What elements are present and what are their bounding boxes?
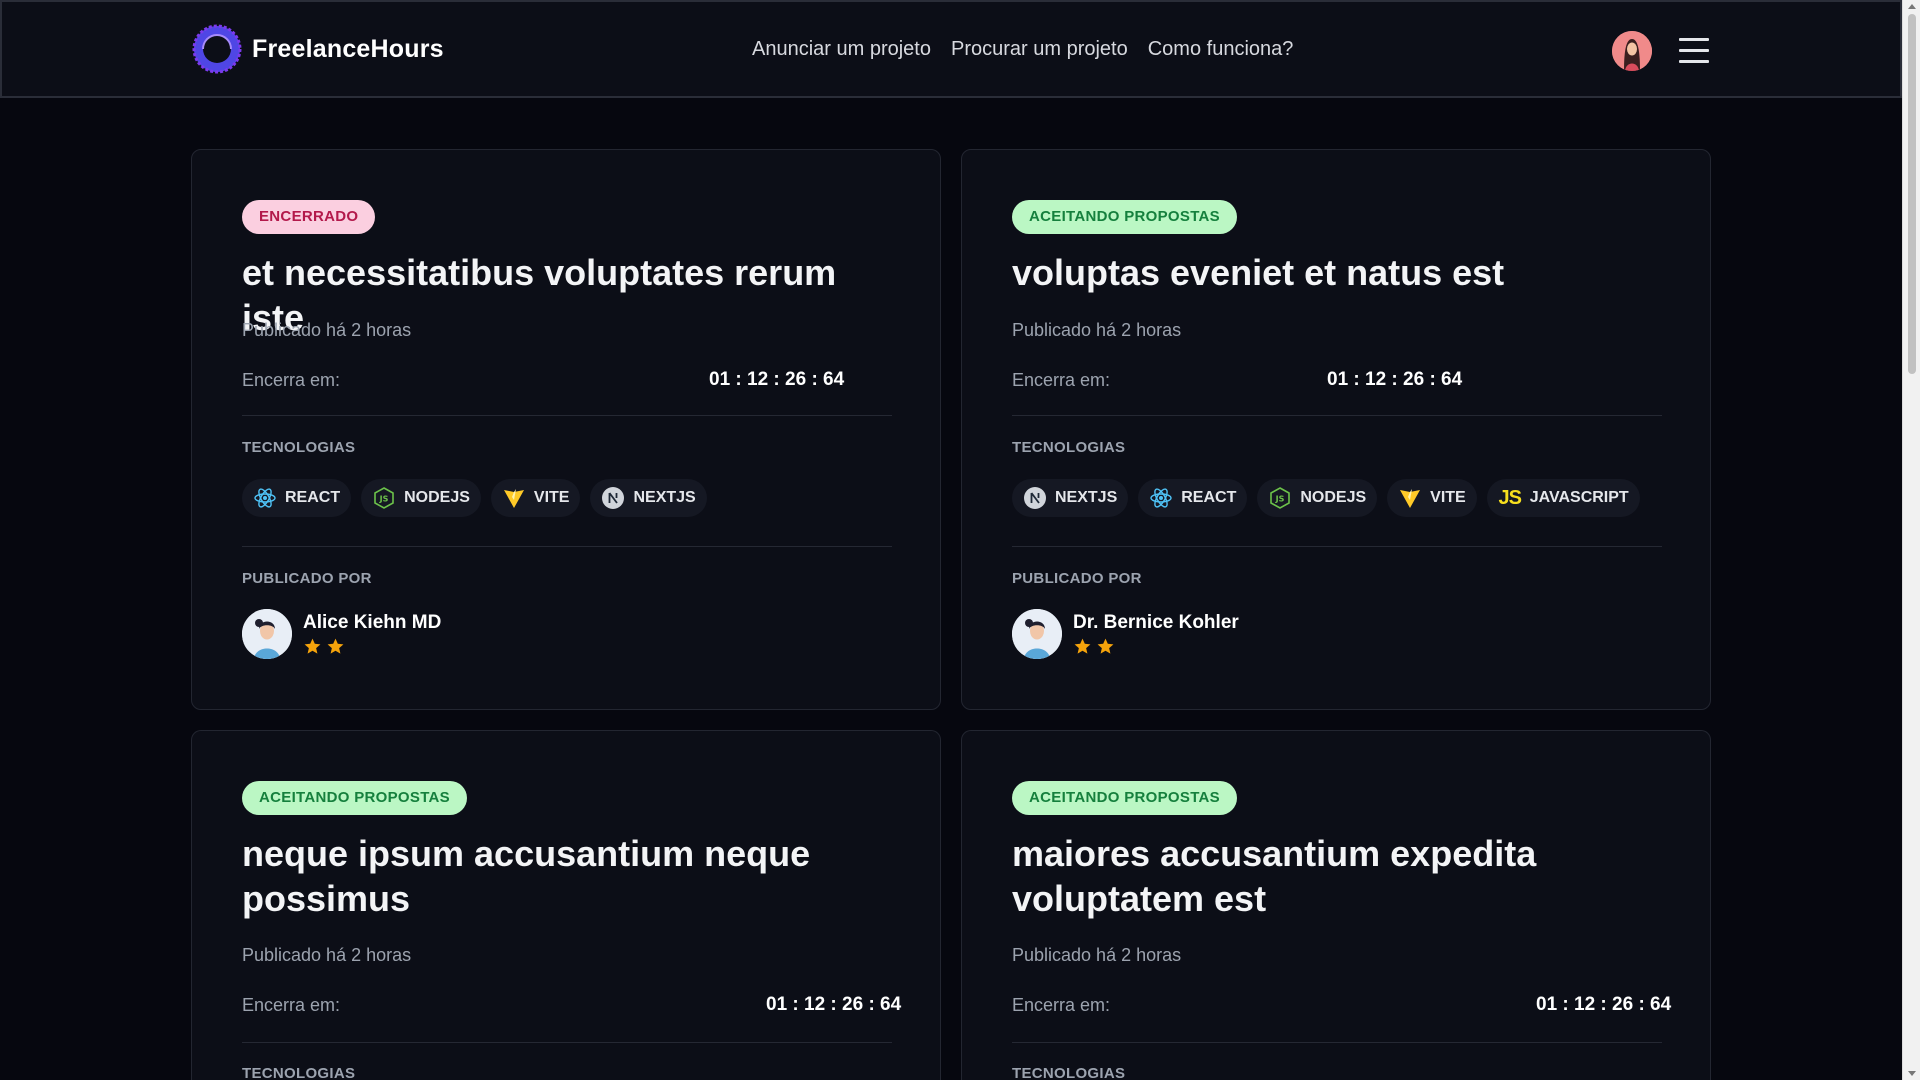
- countdown: 01 : 12 : 26 : 64: [766, 994, 902, 1015]
- published-by-label: PUBLICADO POR: [242, 570, 372, 587]
- divider: [242, 415, 892, 416]
- ends-label: Encerra em:: [242, 370, 341, 390]
- status-badge: ACEITANDO PROPOSTAS: [242, 781, 467, 815]
- scroll-up-arrow-icon[interactable]: [1908, 4, 1916, 9]
- star-icon: [327, 638, 344, 654]
- logo-icon: [192, 24, 242, 74]
- javascript-icon: JS: [1498, 486, 1521, 509]
- person-icon: [1012, 609, 1062, 659]
- scroll-thumb[interactable]: [1908, 14, 1916, 374]
- tech-tag-react: REACT: [1138, 479, 1248, 517]
- tech-label: NEXTJS: [633, 489, 696, 506]
- author-name: Dr. Bernice Kohler: [1073, 612, 1239, 633]
- svg-text:JS: JS: [379, 495, 389, 504]
- scroll-down-arrow-icon[interactable]: [1908, 1071, 1916, 1076]
- vite-icon: [1398, 486, 1422, 510]
- user-avatar[interactable]: [1612, 31, 1652, 71]
- star-icon: [1074, 638, 1091, 654]
- rating-stars: [303, 637, 441, 656]
- star-icon: [304, 638, 321, 654]
- author-avatar: [1012, 609, 1062, 659]
- ends-label: Encerra em:: [242, 995, 341, 1015]
- tech-label: REACT: [1181, 489, 1237, 506]
- page-scrollbar[interactable]: [1902, 0, 1920, 1080]
- tech-tag-vite: VITE: [1387, 479, 1477, 517]
- published-time: Publicado há 2 horas: [1012, 320, 1182, 340]
- top-navbar: FreelanceHours Anunciar um projeto Procu…: [0, 0, 1902, 98]
- hamburger-menu-icon[interactable]: [1679, 38, 1709, 64]
- user-photo-icon: [1612, 31, 1652, 71]
- nav-link-post-project[interactable]: Anunciar um projeto: [752, 38, 931, 61]
- divider: [242, 546, 892, 547]
- status-badge: ENCERRADO: [242, 200, 376, 234]
- tech-label: VITE: [533, 489, 570, 506]
- project-title: neque ipsum accusantium neque possimus: [242, 833, 811, 919]
- countdown: 01 : 12 : 26 : 64: [1327, 369, 1463, 390]
- published-time: Publicado há 2 horas: [242, 945, 412, 965]
- ends-label: Encerra em:: [1012, 995, 1111, 1015]
- nav-link-find-project[interactable]: Procurar um projeto: [951, 38, 1128, 61]
- project-card[interactable]: ACEITANDO PROPOSTAS neque ipsum accusant…: [191, 730, 941, 1080]
- main-nav: Anunciar um projeto Procurar um projeto …: [752, 38, 1293, 61]
- divider: [242, 1042, 892, 1043]
- vite-icon: [502, 486, 526, 510]
- tech-label: NODEJS: [404, 489, 470, 506]
- divider: [1012, 1042, 1662, 1043]
- project-title: maiores accusantium expedita voluptatem …: [1012, 833, 1537, 919]
- tech-label: NEXTJS: [1055, 489, 1118, 506]
- author-name: Alice Kiehn MD: [303, 612, 442, 633]
- tech-list: REACT JS NODEJS VITE NEXTJS: [242, 479, 707, 517]
- nodejs-icon: JS: [1268, 486, 1292, 510]
- author[interactable]: Dr. Bernice Kohler: [1012, 609, 1239, 659]
- brand-name: FreelanceHours: [252, 34, 444, 63]
- nodejs-icon: JS: [372, 486, 396, 510]
- project-card[interactable]: ACEITANDO PROPOSTAS maiores accusantium …: [961, 730, 1711, 1080]
- nextjs-icon: [601, 486, 625, 510]
- tech-tag-nodejs: JS NODEJS: [1257, 479, 1378, 517]
- person-icon: [242, 609, 292, 659]
- published-time: Publicado há 2 horas: [242, 320, 412, 340]
- rating-stars: [1073, 637, 1239, 656]
- project-card[interactable]: ENCERRADO et necessitatibus voluptates r…: [191, 149, 941, 710]
- tech-tag-javascript: JS JAVASCRIPT: [1486, 479, 1640, 517]
- brand[interactable]: FreelanceHours: [192, 24, 444, 74]
- tech-label: REACT: [285, 489, 341, 506]
- nextjs-icon: [1023, 486, 1047, 510]
- divider: [1012, 546, 1662, 547]
- tech-list: NEXTJS REACT JS NODEJS VITE JS JAVASCRIP…: [1012, 479, 1640, 517]
- tech-tag-vite: VITE: [490, 479, 581, 517]
- tech-label: NODEJS: [1300, 489, 1367, 506]
- svg-text:JS: JS: [1275, 495, 1285, 504]
- technologies-label: TECNOLOGIAS: [242, 439, 356, 456]
- react-icon: [1149, 486, 1173, 510]
- divider: [1012, 415, 1662, 416]
- countdown: 01 : 12 : 26 : 64: [709, 369, 845, 390]
- ends-label: Encerra em:: [1012, 370, 1111, 390]
- star-icon: [1097, 638, 1114, 654]
- status-badge: ACEITANDO PROPOSTAS: [1012, 200, 1237, 234]
- tech-tag-react: REACT: [242, 479, 352, 517]
- tech-label: VITE: [1430, 489, 1466, 506]
- published-by-label: PUBLICADO POR: [1012, 570, 1142, 587]
- technologies-label: TECNOLOGIAS: [1012, 439, 1126, 456]
- technologies-label: TECNOLOGIAS: [242, 1065, 356, 1080]
- published-time: Publicado há 2 horas: [1012, 945, 1182, 965]
- tech-tag-nextjs: NEXTJS: [590, 479, 707, 517]
- tech-label: JAVASCRIPT: [1529, 489, 1629, 506]
- project-card[interactable]: ACEITANDO PROPOSTAS voluptas eveniet et …: [961, 149, 1711, 710]
- countdown: 01 : 12 : 26 : 64: [1536, 994, 1672, 1015]
- tech-tag-nodejs: JS NODEJS: [361, 479, 481, 517]
- react-icon: [253, 486, 277, 510]
- nav-link-how-it-works[interactable]: Como funciona?: [1148, 38, 1294, 61]
- status-badge: ACEITANDO PROPOSTAS: [1012, 781, 1237, 815]
- project-title: voluptas eveniet et natus est: [1012, 252, 1505, 293]
- author-avatar: [242, 609, 292, 659]
- technologies-label: TECNOLOGIAS: [1012, 1065, 1126, 1080]
- tech-tag-nextjs: NEXTJS: [1012, 479, 1129, 517]
- author[interactable]: Alice Kiehn MD: [242, 609, 441, 659]
